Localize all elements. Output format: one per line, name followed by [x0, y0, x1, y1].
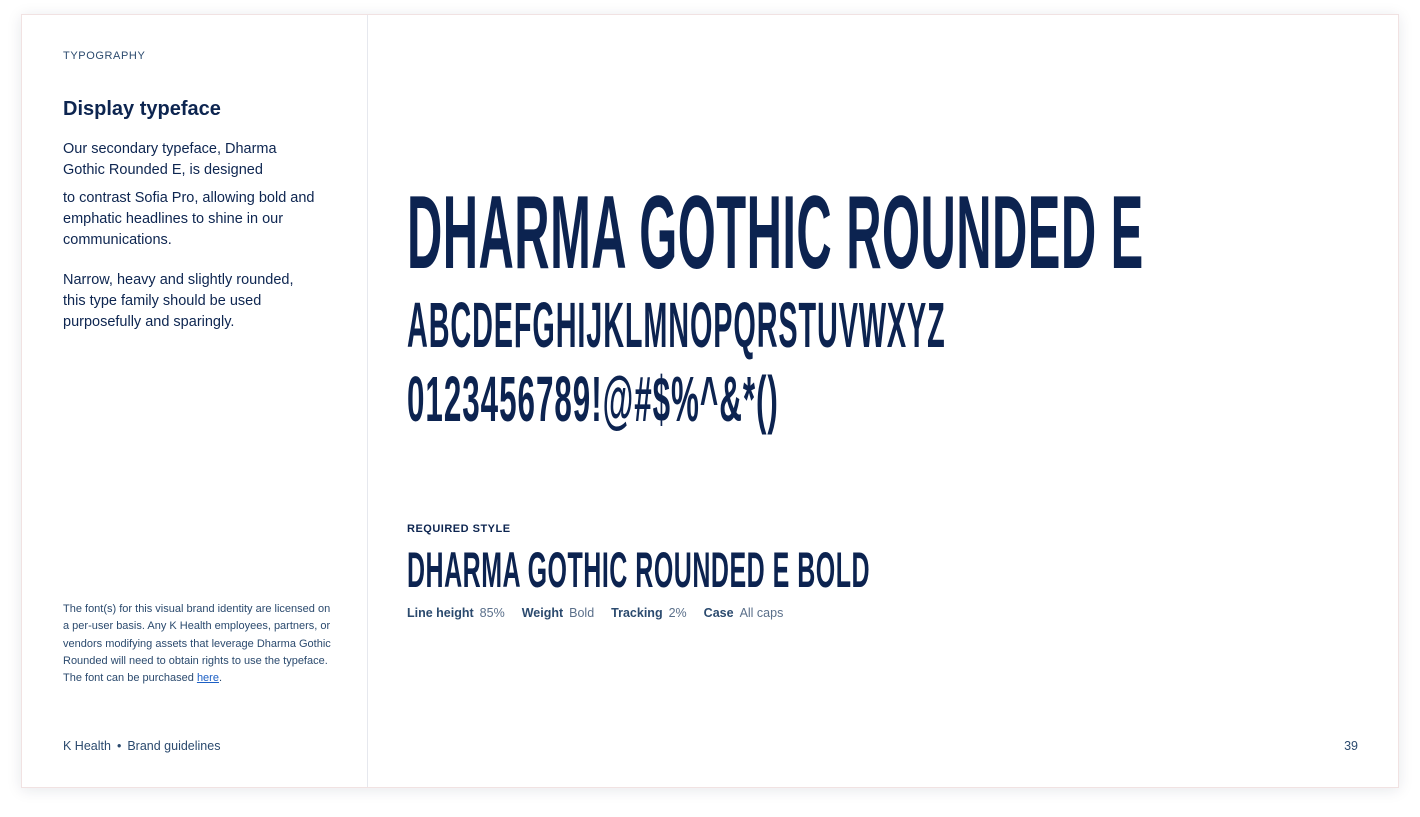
style-specs: Line height 85% Weight Bold Tracking 2% Cas… [407, 606, 783, 620]
footer-brand: K Health • Brand guidelines [63, 739, 220, 753]
intro-paragraph-3: Narrow, heavy and slightly rounded, this… [63, 272, 294, 330]
sidebar: TYPOGRAPHY Display typeface Our secondar… [22, 15, 368, 787]
intro-paragraph-1: Our secondary typeface, Dharma Gothic Ro… [63, 141, 277, 178]
footer-separator: • [116, 739, 122, 753]
footer-brand-name: K Health [63, 739, 111, 753]
section-label: TYPOGRAPHY [63, 50, 146, 62]
license-end: . [218, 672, 223, 685]
page-heading: Display typeface [63, 98, 221, 120]
intro-paragraph-2: to contrast Sofia Pro, allowing bold and… [63, 190, 315, 248]
required-style-name: DHARMA GOTHIC ROUNDED E BOLD [407, 542, 871, 598]
required-style-label: REQUIRED STYLE [407, 523, 511, 535]
specimen-alphabet: ABCDEFGHIJKLMNOPQRSTUVWXYZ [407, 289, 946, 361]
specimen-font-name: DHARMA GOTHIC ROUNDED E [407, 175, 1144, 291]
brand-guidelines-page: TYPOGRAPHY Display typeface Our secondar… [21, 14, 1399, 788]
license-note: The font(s) for this visual brand identi… [63, 601, 333, 687]
spec-line-height: Line height 85% [407, 606, 505, 620]
spec-weight: Weight Bold [521, 606, 595, 620]
purchase-link[interactable]: here [197, 672, 219, 684]
specimen-numerals: 0123456789!@#$%^&*() [407, 363, 779, 435]
page-number: 39 [1344, 739, 1358, 753]
spec-tracking: Tracking 2% [611, 606, 687, 620]
footer-doc-title: Brand guidelines [127, 739, 221, 753]
spec-case: Case All caps [703, 606, 784, 620]
